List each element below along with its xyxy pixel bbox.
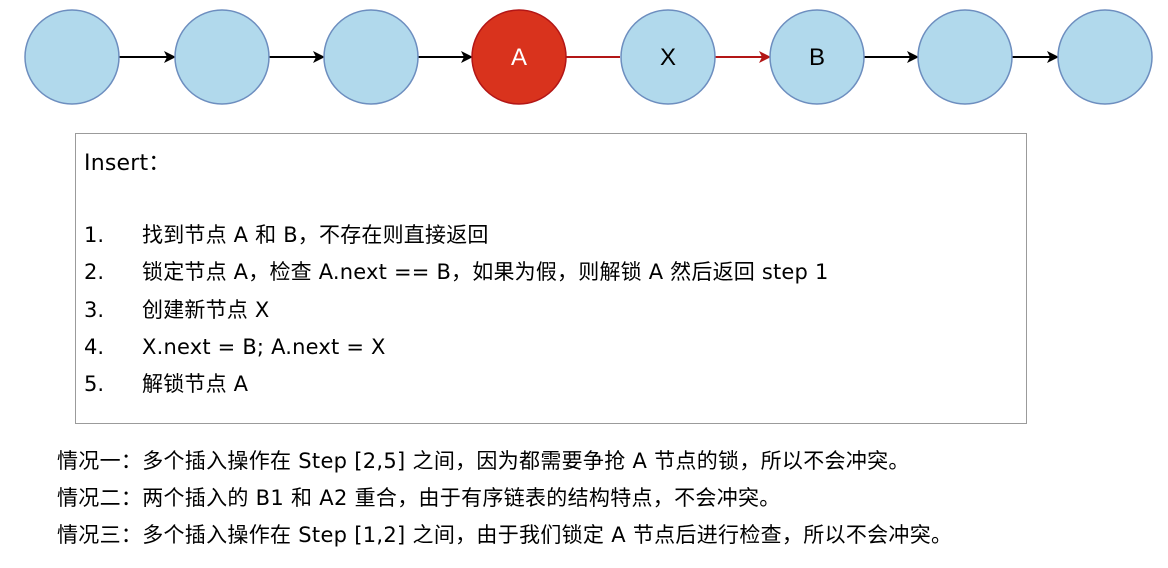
step-number: 4.	[84, 335, 105, 359]
node-label: B	[809, 44, 825, 71]
node-b: B	[769, 9, 865, 105]
node-circle	[917, 9, 1013, 105]
node-x: X	[620, 9, 716, 105]
node-circle	[323, 9, 419, 105]
step-number: 1.	[84, 223, 105, 247]
node-1	[24, 9, 120, 105]
case-3-text: 情况三：多个插入操作在 Step [1,2] 之间，由于我们锁定 A 节点后进行…	[57, 523, 953, 547]
step-number: 5.	[84, 372, 105, 396]
node-2	[174, 9, 270, 105]
node-3	[323, 9, 419, 105]
step-text: X.next = B; A.next = X	[142, 335, 386, 359]
step-number: 3.	[84, 298, 105, 322]
insert-title: Insert：	[84, 151, 171, 176]
node-8	[1057, 9, 1153, 105]
node-7	[917, 9, 1013, 105]
node-circle	[1057, 9, 1153, 105]
node-circle	[174, 9, 270, 105]
step-text: 找到节点 A 和 B，不存在则直接返回	[142, 223, 489, 247]
case-2-text: 情况二：两个插入的 B1 和 A2 重合，由于有序链表的结构特点，不会冲突。	[57, 486, 781, 510]
node-circle	[24, 9, 120, 105]
node-label: X	[660, 44, 676, 71]
step-text: 解锁节点 A	[142, 372, 249, 396]
insert-steps-box: Insert： 1. 找到节点 A 和 B，不存在则直接返回 2. 锁定节点 A…	[75, 133, 1027, 424]
node-a: A	[471, 9, 567, 105]
step-text: 创建新节点 X	[142, 298, 270, 322]
step-text: 锁定节点 A，检查 A.next == B，如果为假，则解锁 A 然后返回 st…	[142, 260, 829, 284]
step-number: 2.	[84, 260, 105, 284]
node-label: A	[511, 44, 527, 71]
linked-list-diagram: AXB	[24, 9, 1153, 105]
case-1-text: 情况一：多个插入操作在 Step [2,5] 之间，因为都需要争抢 A 节点的锁…	[57, 449, 910, 473]
